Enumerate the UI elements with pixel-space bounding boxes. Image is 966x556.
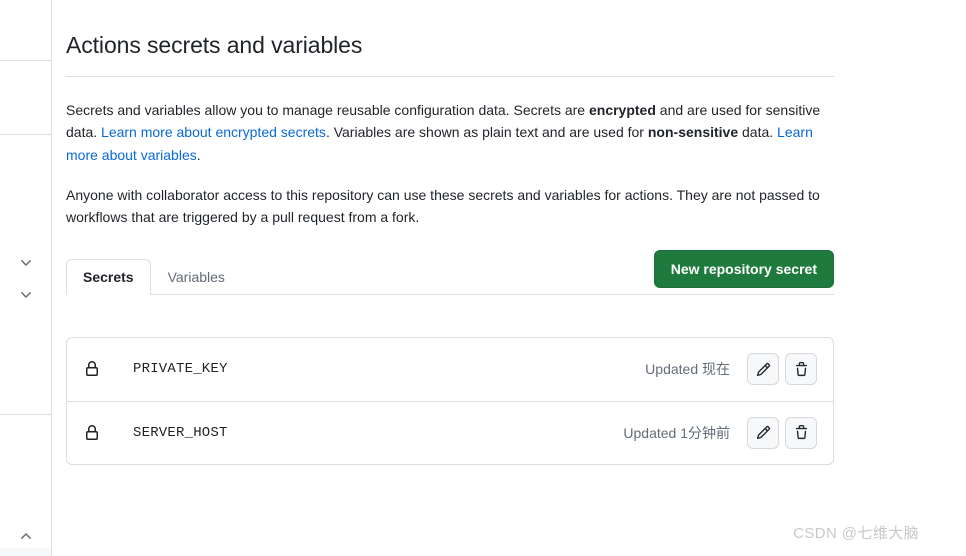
left-sidebar-rail <box>0 0 52 556</box>
sidebar-divider-3 <box>0 414 51 415</box>
table-row[interactable]: PRIVATE_KEY Updated 现在 <box>67 338 833 401</box>
table-row[interactable]: SERVER_HOST Updated 1分钟前 <box>67 400 833 464</box>
secrets-list-card: PRIVATE_KEY Updated 现在 SERVER_HOST Updat… <box>66 336 834 465</box>
delete-secret-button[interactable] <box>785 416 817 449</box>
link-learn-more-encrypted-secrets[interactable]: Learn more about encrypted secrets <box>101 124 326 140</box>
sidebar-divider-2 <box>0 134 51 135</box>
description-text-4: data. <box>738 124 778 141</box>
edit-secret-button[interactable] <box>747 353 779 386</box>
page-title: Actions secrets and variables <box>66 32 363 58</box>
description-paragraph-2: Anyone with collaborator access to this … <box>66 186 820 226</box>
tab-secrets[interactable]: Secrets <box>66 258 151 296</box>
tab-list: Secrets Variables <box>66 258 242 296</box>
tab-variables[interactable]: Variables <box>151 259 242 295</box>
description-paragraph-1: Secrets and variables allow you to manag… <box>66 77 823 166</box>
chevron-down-icon[interactable] <box>18 287 34 303</box>
edit-secret-button[interactable] <box>747 416 779 449</box>
main-content: Actions secrets and variables Secrets an… <box>66 0 834 465</box>
secret-updated-timestamp: Updated 现在 <box>645 361 730 378</box>
description-text-3: . Variables are shown as plain text and … <box>325 124 648 141</box>
new-repository-secret-button[interactable]: New repository secret <box>653 249 834 288</box>
secret-name: SERVER_HOST <box>133 424 228 441</box>
lock-icon <box>84 361 100 377</box>
secret-updated-timestamp: Updated 1分钟前 <box>623 424 730 441</box>
lock-icon <box>84 424 100 441</box>
delete-secret-button[interactable] <box>785 353 817 386</box>
sidebar-footer-strip <box>0 548 51 556</box>
watermark: CSDN @七维大脑 <box>793 525 919 542</box>
chevron-down-icon[interactable] <box>18 255 34 271</box>
chevron-up-icon[interactable] <box>18 528 34 544</box>
description-bold-encrypted: encrypted <box>588 101 656 118</box>
sidebar-divider-1 <box>0 60 51 61</box>
secret-name: PRIVATE_KEY <box>133 361 228 378</box>
description-bold-non-sensitive: non-sensitive <box>647 124 739 141</box>
tab-bar: Secrets Variables New repository secret <box>66 249 834 296</box>
description-text-1: Secrets and variables allow you to manag… <box>66 101 589 118</box>
description-text-5: . <box>196 146 201 163</box>
